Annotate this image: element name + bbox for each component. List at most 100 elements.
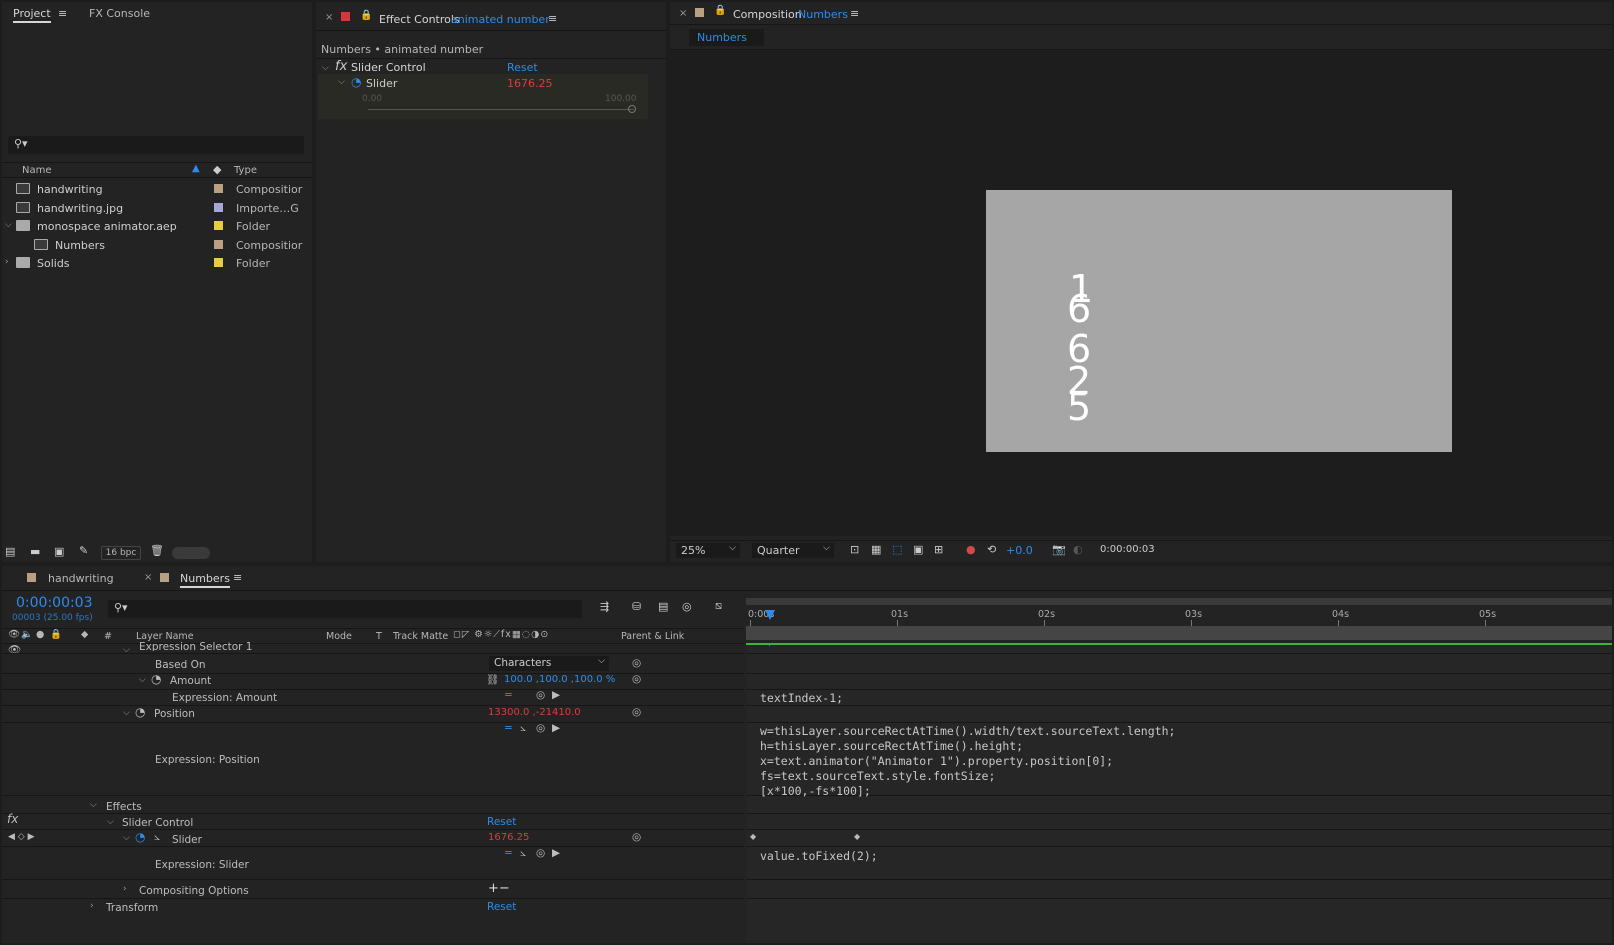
expression-language-menu-icon[interactable]: ▶: [552, 722, 560, 734]
collapse-chevron-icon[interactable]: ⌵: [338, 77, 345, 87]
stopwatch-icon[interactable]: ◔: [351, 75, 361, 89]
graph-icon[interactable]: ⦣: [154, 831, 160, 844]
close-icon[interactable]: ×: [325, 12, 333, 23]
eye-icon[interactable]: 👁: [8, 629, 20, 640]
expression-language-menu-icon[interactable]: ▶: [552, 689, 560, 701]
pick-whip-icon[interactable]: ◎: [632, 657, 641, 669]
animated-number-text[interactable]: 1 6 6 2 5: [1063, 270, 1103, 430]
project-item[interactable]: ⌵ monospace animator.aep Folder: [2, 217, 312, 235]
snapshot-icon[interactable]: 📷: [1052, 543, 1066, 556]
stopwatch-icon[interactable]: ◔: [135, 705, 145, 719]
label-color-swatch[interactable]: [214, 221, 223, 230]
close-icon[interactable]: ×: [679, 8, 687, 19]
adjust-settings-icon[interactable]: ✎: [79, 544, 88, 557]
motion-blur-icon[interactable]: ◎: [682, 600, 692, 613]
tab-handwriting[interactable]: handwriting: [48, 572, 114, 585]
label-color-swatch[interactable]: [214, 202, 223, 212]
constrain-link-icon[interactable]: ⛓: [486, 673, 499, 686]
expression-language-menu-icon[interactable]: ▶: [552, 847, 560, 859]
expression-pickwhip-icon[interactable]: ◎: [536, 689, 545, 701]
stopwatch-icon[interactable]: ◔: [135, 830, 145, 844]
fx-icon[interactable]: fx: [7, 812, 18, 826]
mask-visibility-icon[interactable]: ⬚: [892, 543, 902, 556]
timeline-search-input[interactable]: ⚲▾: [108, 600, 582, 618]
expand-chevron-icon[interactable]: ›: [90, 901, 94, 911]
project-item[interactable]: handwriting.jpg Importe…G: [2, 199, 312, 217]
search-input[interactable]: ⚲▾: [8, 136, 304, 154]
lock-icon[interactable]: 🔒: [714, 5, 726, 16]
panel-menu-icon[interactable]: ≡: [548, 12, 557, 25]
collapse-chevron-icon[interactable]: ⌵: [322, 63, 329, 73]
time-ruler[interactable]: 0:00s 01s 02s 03s 04s 05s: [746, 598, 1612, 642]
param-value[interactable]: 1676.25: [507, 77, 553, 90]
label-tag-icon[interactable]: ◆: [81, 629, 88, 640]
tab-numbers[interactable]: Numbers: [689, 29, 764, 46]
graph-editor-icon[interactable]: ⧅: [715, 599, 722, 613]
collapse-chevron-icon[interactable]: ⌵: [90, 800, 97, 810]
exposure-value[interactable]: +0.0: [1006, 544, 1033, 557]
current-timecode[interactable]: 0:00:00:03: [16, 595, 93, 611]
channel-icon[interactable]: ●: [966, 543, 976, 556]
thumbnail-slider[interactable]: [172, 547, 210, 559]
label-tag-icon[interactable]: ◆: [213, 163, 221, 176]
switches-icons[interactable]: ◻◸ ⚙☼⟋fx▦◌◑⊙: [453, 629, 549, 640]
sort-ascending-icon[interactable]: ▲: [192, 163, 200, 174]
slider-track[interactable]: [368, 109, 634, 110]
guides-icon[interactable]: ⊞: [934, 543, 943, 556]
position-value[interactable]: 13300.0 ,-21410.0: [488, 707, 581, 718]
slider-value[interactable]: 1676.25: [488, 832, 529, 843]
keyframe-icon[interactable]: ◆: [854, 832, 860, 841]
enable-expression-icon[interactable]: =: [504, 689, 513, 701]
close-icon[interactable]: ×: [144, 572, 152, 583]
color-management-icon[interactable]: ⟲: [987, 543, 996, 556]
collapse-chevron-icon[interactable]: ⌵: [5, 220, 12, 230]
trash-icon[interactable]: 🗑: [150, 544, 164, 557]
expression-pickwhip-icon[interactable]: ◎: [536, 722, 545, 734]
collapse-chevron-icon[interactable]: ⌵: [139, 675, 146, 685]
composition-link[interactable]: Numbers: [798, 8, 848, 21]
label-color-swatch[interactable]: [214, 258, 223, 267]
panel-menu-icon[interactable]: ≡: [233, 571, 242, 584]
zoom-dropdown[interactable]: 25% ⌵: [676, 543, 740, 558]
column-name[interactable]: Name: [22, 165, 52, 176]
fast-previews-icon[interactable]: ⊡: [850, 543, 859, 556]
add-remove-mask-buttons[interactable]: +−: [488, 881, 510, 896]
reset-button[interactable]: Reset: [507, 61, 538, 74]
keyframe-navigator[interactable]: ◀ ◇ ▶: [8, 832, 35, 842]
label-color-swatch[interactable]: [214, 184, 223, 193]
stopwatch-icon[interactable]: ◔: [151, 672, 161, 686]
show-snapshot-icon[interactable]: ◐: [1073, 543, 1083, 556]
collapse-chevron-icon[interactable]: ⌵: [123, 833, 130, 843]
work-area-bar[interactable]: [746, 598, 1612, 605]
frame-blending-icon[interactable]: ▤: [658, 600, 668, 613]
column-type[interactable]: Type: [234, 165, 257, 176]
tab-numbers[interactable]: Numbers: [180, 572, 230, 588]
region-of-interest-icon[interactable]: ▣: [913, 543, 923, 556]
transparency-grid-icon[interactable]: ▦: [871, 543, 881, 556]
label-color-swatch[interactable]: [214, 239, 223, 249]
resolution-dropdown[interactable]: Quarter ⌵: [752, 543, 834, 558]
audio-icon[interactable]: 🔈: [21, 629, 33, 640]
effect-controls-layer-link[interactable]: animated number: [451, 13, 550, 26]
expand-chevron-icon[interactable]: ›: [5, 257, 9, 267]
graph-icon[interactable]: ⦣: [520, 847, 526, 860]
tab-project[interactable]: Project: [13, 7, 51, 23]
solo-icon[interactable]: ●: [36, 629, 44, 640]
tab-fx-console[interactable]: FX Console: [89, 7, 150, 20]
timecode-display[interactable]: 0:00:00:03: [1100, 544, 1166, 559]
project-menu-icon[interactable]: ≡: [58, 7, 67, 20]
pick-whip-icon[interactable]: ◎: [632, 706, 641, 718]
slider-handle[interactable]: [628, 105, 636, 113]
timeline-tracks[interactable]: textIndex-1; w=thisLayer.sourceRectAtTim…: [746, 646, 1612, 943]
new-folder-icon[interactable]: ▬: [30, 545, 40, 558]
expand-chevron-icon[interactable]: ›: [123, 884, 127, 894]
panel-menu-icon[interactable]: ≡: [850, 7, 859, 20]
based-on-dropdown[interactable]: Characters ⌵: [489, 656, 609, 671]
enable-expression-icon[interactable]: =: [504, 722, 513, 734]
comp-canvas[interactable]: 1 6 6 2 5: [986, 190, 1452, 452]
new-composition-icon[interactable]: ▣: [54, 545, 64, 558]
expression-amount-code[interactable]: textIndex-1;: [760, 691, 843, 705]
project-item[interactable]: › Solids Folder: [2, 254, 312, 272]
expression-slider-code[interactable]: value.toFixed(2);: [760, 849, 878, 863]
amount-value[interactable]: 100.0 ,100.0 ,100.0 %: [504, 674, 615, 685]
